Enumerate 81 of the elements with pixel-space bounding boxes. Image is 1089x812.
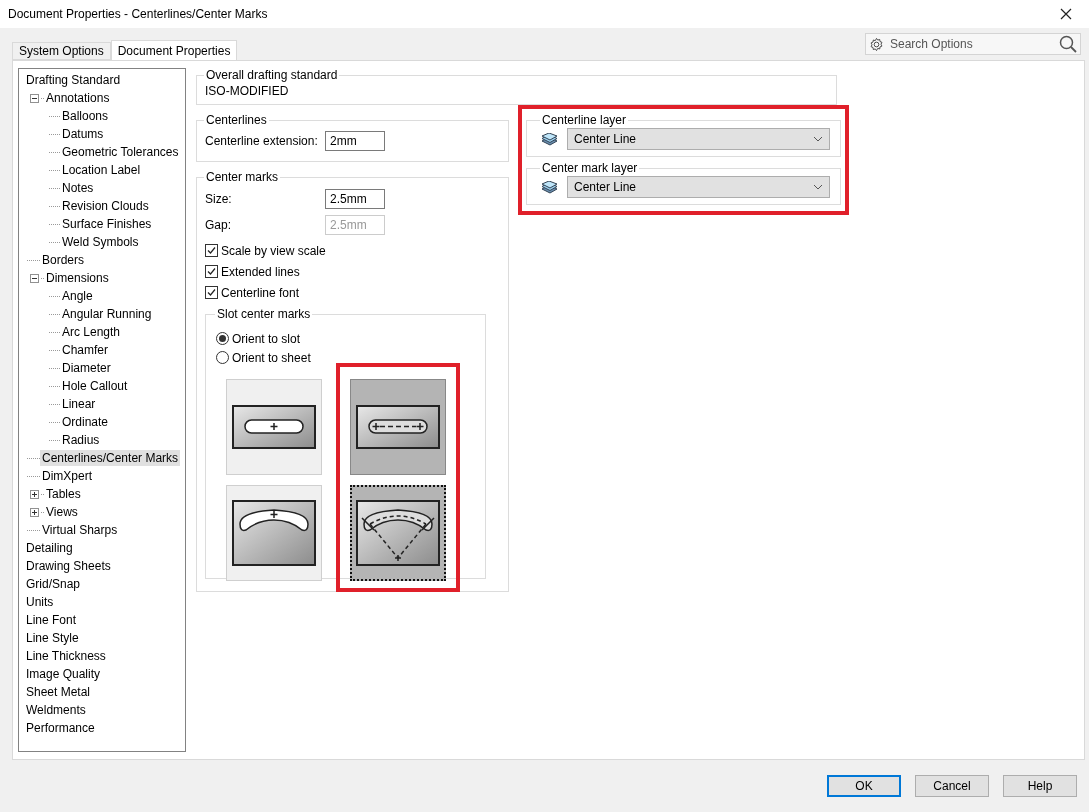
gear-icon: [869, 36, 884, 52]
checkbox-label: Scale by view scale: [221, 243, 326, 258]
tree-item[interactable]: Image Quality: [24, 666, 103, 682]
field-label: Size:: [205, 192, 233, 206]
tree-item[interactable]: Annotations: [44, 90, 112, 106]
radio-label: Orient to slot: [232, 331, 301, 346]
search-input[interactable]: Search Options: [888, 36, 1055, 52]
tree-item[interactable]: Diameter: [60, 360, 113, 376]
search-field[interactable]: Search Options: [865, 33, 1081, 55]
tree-item[interactable]: Datums: [60, 126, 106, 142]
tree-item[interactable]: Hole Callout: [60, 378, 130, 394]
tree-item[interactable]: Arc Length: [60, 324, 123, 340]
group-title: Centerlines: [205, 113, 268, 127]
tree-item[interactable]: Dimensions: [44, 270, 111, 286]
slot-style-option[interactable]: [350, 379, 446, 475]
expand-icon[interactable]: [30, 489, 39, 499]
tree-item[interactable]: Units: [24, 594, 56, 610]
tree-item[interactable]: Drafting Standard: [24, 72, 123, 88]
close-icon: [1060, 8, 1072, 20]
chevron-down-icon: [813, 136, 823, 142]
slot-style-option[interactable]: [350, 485, 446, 581]
layers-icon: [541, 180, 558, 194]
tree-item[interactable]: Grid/Snap: [24, 576, 83, 592]
tree-item[interactable]: Weld Symbols: [60, 234, 141, 250]
field-label: Centerline extension:: [205, 134, 319, 148]
tree-item[interactable]: Line Thickness: [24, 648, 108, 664]
tree-item[interactable]: Ordinate: [60, 414, 111, 430]
group-title: Slot center marks: [216, 307, 312, 321]
chevron-down-icon: [813, 184, 823, 190]
tree-item[interactable]: Geometric Tolerances: [60, 144, 181, 160]
window-title: Document Properties - Centerlines/Center Marks: [8, 7, 268, 21]
tree-item[interactable]: Weldments: [24, 702, 88, 718]
tree-item[interactable]: Sheet Metal: [24, 684, 93, 700]
group-title: Center marks: [205, 170, 280, 184]
tree-item[interactable]: Notes: [60, 180, 96, 196]
tree-item[interactable]: Angular Running: [60, 306, 154, 322]
tree-item[interactable]: Views: [44, 504, 80, 520]
tree-item[interactable]: Virtual Sharps: [40, 522, 120, 538]
checkbox-label: Centerline font: [221, 285, 300, 300]
search-icon: [1059, 35, 1077, 53]
tree-item[interactable]: Line Style: [24, 630, 81, 646]
field-label: Gap:: [205, 218, 232, 232]
tree-item[interactable]: Location Label: [60, 162, 143, 178]
tree-item[interactable]: Surface Finishes: [60, 216, 154, 232]
layers-icon: [541, 132, 558, 146]
tree-item[interactable]: Performance: [24, 720, 97, 736]
group-title: Centerline layer: [541, 113, 628, 127]
tree-item[interactable]: DimXpert: [40, 468, 94, 484]
group-title: Center mark layer: [541, 161, 639, 175]
radio-label: Orient to sheet: [232, 350, 311, 365]
tab[interactable]: System Options: [12, 42, 111, 60]
collapse-icon[interactable]: [30, 93, 39, 103]
tree-item[interactable]: Detailing: [24, 540, 75, 556]
dialog-button[interactable]: OK: [827, 775, 901, 797]
layer-dropdown[interactable]: Center Line: [567, 128, 830, 150]
checkbox[interactable]: [205, 265, 218, 278]
dialog-button[interactable]: Cancel: [915, 775, 989, 797]
checkbox[interactable]: [205, 244, 218, 257]
radio-button[interactable]: [216, 351, 229, 364]
tree-item[interactable]: Borders: [40, 252, 87, 268]
dialog-button[interactable]: Help: [1003, 775, 1077, 797]
checkbox[interactable]: [205, 286, 218, 299]
tree-item[interactable]: Centerlines/Center Marks: [40, 450, 181, 466]
tree-item[interactable]: Line Font: [24, 612, 79, 628]
checkbox-label: Extended lines: [221, 264, 300, 279]
radio-button[interactable]: [216, 332, 229, 345]
tree-item[interactable]: Angle: [60, 288, 95, 304]
tree-item[interactable]: Linear: [60, 396, 98, 412]
expand-icon[interactable]: [30, 507, 39, 517]
collapse-icon[interactable]: [30, 273, 39, 283]
tree-item[interactable]: Chamfer: [60, 342, 110, 358]
tree-item[interactable]: Drawing Sheets: [24, 558, 113, 574]
value-field[interactable]: 2mm: [325, 131, 385, 151]
tree-item[interactable]: Balloons: [60, 108, 111, 124]
standard-value: ISO-MODIFIED: [205, 84, 289, 98]
value-field[interactable]: 2.5mm: [325, 189, 385, 209]
tree-item[interactable]: Revision Clouds: [60, 198, 151, 214]
group-title: Overall drafting standard: [205, 68, 339, 82]
tree-item[interactable]: Tables: [44, 486, 83, 502]
tree-item[interactable]: Radius: [60, 432, 102, 448]
layer-dropdown[interactable]: Center Line: [567, 176, 830, 198]
